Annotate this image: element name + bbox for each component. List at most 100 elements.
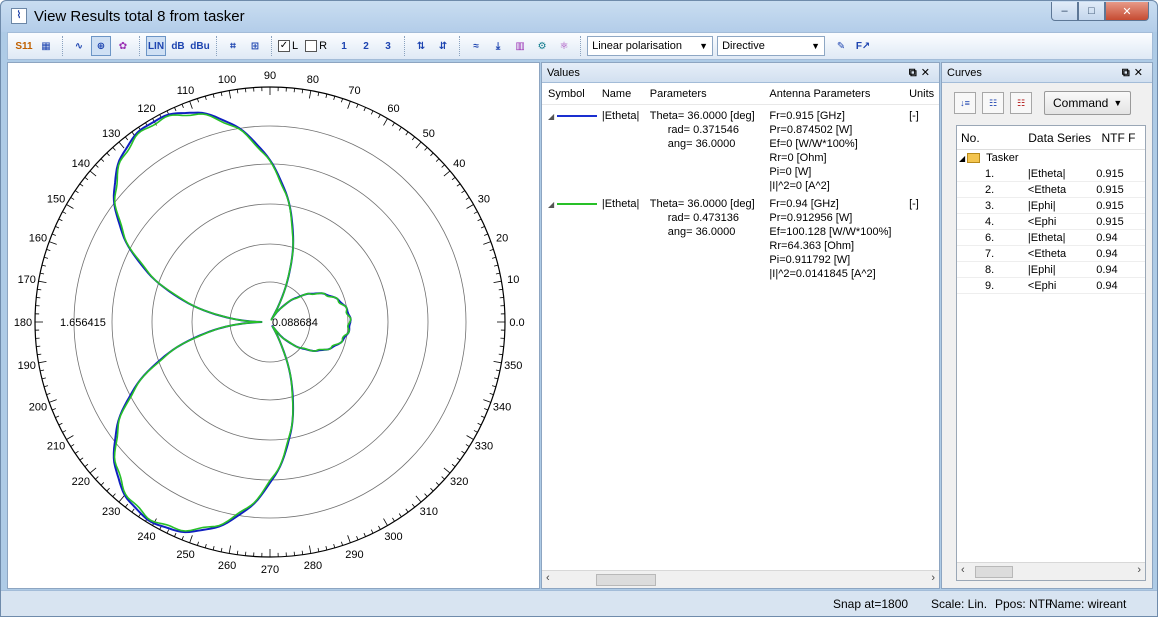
smooth-button[interactable]: ≈ [466,36,486,56]
curve-row[interactable]: 3. |Ephi| 0.915 [957,198,1145,214]
curve-series: |Ephi| [1027,199,1056,212]
sort-curves-button[interactable]: ↓≡ [954,92,976,114]
angle-label: 60 [387,103,399,115]
angle-tick [236,89,239,94]
marker-2-button[interactable]: 2 [356,36,376,56]
expand-arrow-icon[interactable]: ◢ [957,154,965,163]
values-row[interactable]: ◢ |Etheta| Theta= 36.0000 [deg] rad= 0.473… [542,197,939,281]
col-ntf: NTF F [1101,130,1136,145]
curves-tree: No. Data Series NTF F ◢ Tasker 1. |Etheta… [956,125,1146,581]
curve-row[interactable]: 6. |Etheta| 0.94 [957,230,1145,246]
grid-view-button[interactable]: ▦ [36,36,56,56]
angle-tick [125,503,129,508]
angle-tick [55,415,60,418]
angle-tick [465,197,470,200]
scale-lin-button[interactable]: LIN [146,36,166,56]
angle-tick [465,444,470,447]
parameter-line: rad= 0.473136 [667,212,739,224]
angle-tick [435,158,440,162]
scroll-thumb[interactable] [975,566,1013,578]
angle-tick [228,545,231,554]
angle-tick [347,535,351,543]
angle-tick [441,164,445,168]
marker-config-button[interactable]: ⊞ [245,36,265,56]
curve-row[interactable]: 7. <Etheta 0.94 [957,246,1145,262]
curve-row[interactable]: 8. |Ephi| 0.94 [957,262,1145,278]
angle-tick [37,353,42,356]
colors-button[interactable]: ▥ [510,36,530,56]
angle-tick [415,495,422,503]
mode-select[interactable]: Directive ▼ [717,36,826,56]
angle-label: 90 [264,70,276,82]
settings-3d-button[interactable]: ⚛ [554,36,574,56]
pattern-3d-button[interactable]: ✿ [113,36,133,56]
angle-tick [443,467,451,474]
collapse-curves-button[interactable]: ☷ [1010,92,1032,114]
curve-row[interactable]: 1. |Etheta| 0.915 [957,166,1145,182]
angle-tick [491,385,497,388]
angle-label: 350 [504,360,522,372]
angle-tick [383,518,388,526]
angle-tick [317,92,320,97]
polar-plot-panel[interactable]: 0.0 10 20 30 40 50 60 70 80 90 100 110 120 130 140 150 1… [7,62,540,589]
max-radius-label: 1.656415 [60,317,106,329]
scroll-left-icon[interactable]: ‹ [961,564,965,576]
curve-no: 8. [985,263,995,276]
antenna-line: Rr=64.363 [Ohm] [769,240,855,252]
scroll-right-icon[interactable]: › [1137,564,1141,576]
scroll-right-icon[interactable]: › [931,572,935,584]
command-button[interactable]: Command ▼ [1044,91,1132,115]
curves-toolbar: ↓≡ ☷ ☷ Command ▼ [942,83,1152,117]
parameter-line: ang= 36.0000 [667,138,736,150]
close-button[interactable]: ✕ [1105,2,1149,21]
expand-curves-button[interactable]: ☷ [982,92,1004,114]
maximize-button[interactable]: □ [1078,2,1105,21]
s11-chart-button[interactable]: S11 [14,36,34,56]
curve-row[interactable]: 2. <Etheta 0.915 [957,182,1145,198]
polarisation-select[interactable]: Linear polarisation ▼ [587,36,714,56]
scroll-thumb[interactable] [596,574,656,586]
angle-tick [106,487,110,492]
angle-tick [383,118,388,126]
polar-plot[interactable]: 0.0 10 20 30 40 50 60 70 80 90 100 110 120 130 140 150 1… [8,63,539,588]
panel-controls[interactable]: ⧉✕ [909,66,934,80]
right-checkbox[interactable]: R [305,40,327,52]
tree-root-tasker[interactable]: ◢ Tasker [957,150,1145,166]
values-hscrollbar[interactable]: ‹ › [542,570,939,588]
status-name: Name: wireant [1049,597,1127,611]
function-button[interactable]: F↗ [853,36,873,56]
marker-1-button[interactable]: 1 [334,36,354,56]
marker-button[interactable]: ⌗ [223,36,243,56]
angle-label: 80 [307,74,319,86]
scroll-left-icon[interactable]: ‹ [546,572,550,584]
scale-db-button[interactable]: dB [168,36,188,56]
angle-tick [484,233,489,236]
left-checkbox[interactable]: ✓ L [278,40,298,52]
tree-root-label: Tasker [986,152,1019,164]
marker-3-button[interactable]: 3 [378,36,398,56]
angle-label: 330 [475,441,493,453]
marker-def-button[interactable]: ⇵ [433,36,453,56]
curves-hscrollbar[interactable]: ‹ › [957,562,1145,580]
antenna-line: Pr=0.912956 [W] [769,212,853,224]
wave-plot-button[interactable]: ∿ [69,36,89,56]
curve-row[interactable]: 9. <Ephi 0.94 [957,278,1145,294]
export-plot-button[interactable]: ⤓ [488,36,508,56]
pen-icon: ✎ [836,40,846,52]
polar-plot-button[interactable]: ⊕ [91,36,111,56]
toolbar-separator [216,36,217,56]
minimize-button[interactable]: – [1051,2,1078,21]
main-window: ⌇ View Results total 8 from tasker – □ ✕… [0,0,1158,617]
parameter-line: Theta= 36.0000 [deg] [649,198,755,210]
series-parameters: Theta= 36.0000 [deg] rad= 0.473136 ang= 36… [650,197,770,281]
curve-row[interactable]: 4. <Ephi 0.915 [957,214,1145,230]
values-row[interactable]: ◢ |Etheta| Theta= 36.0000 [deg] rad= 0.371… [542,109,939,193]
command-label: Command [1053,96,1109,110]
scale-dbu-button[interactable]: dBu [190,36,210,56]
marker-td-button[interactable]: ⇅ [411,36,431,56]
options-button[interactable]: ⚙ [532,36,552,56]
angle-tick [441,476,445,480]
panel-controls[interactable]: ⧉✕ [1122,66,1147,80]
draw-button[interactable]: ✎ [831,36,851,56]
angle-tick [38,280,47,283]
